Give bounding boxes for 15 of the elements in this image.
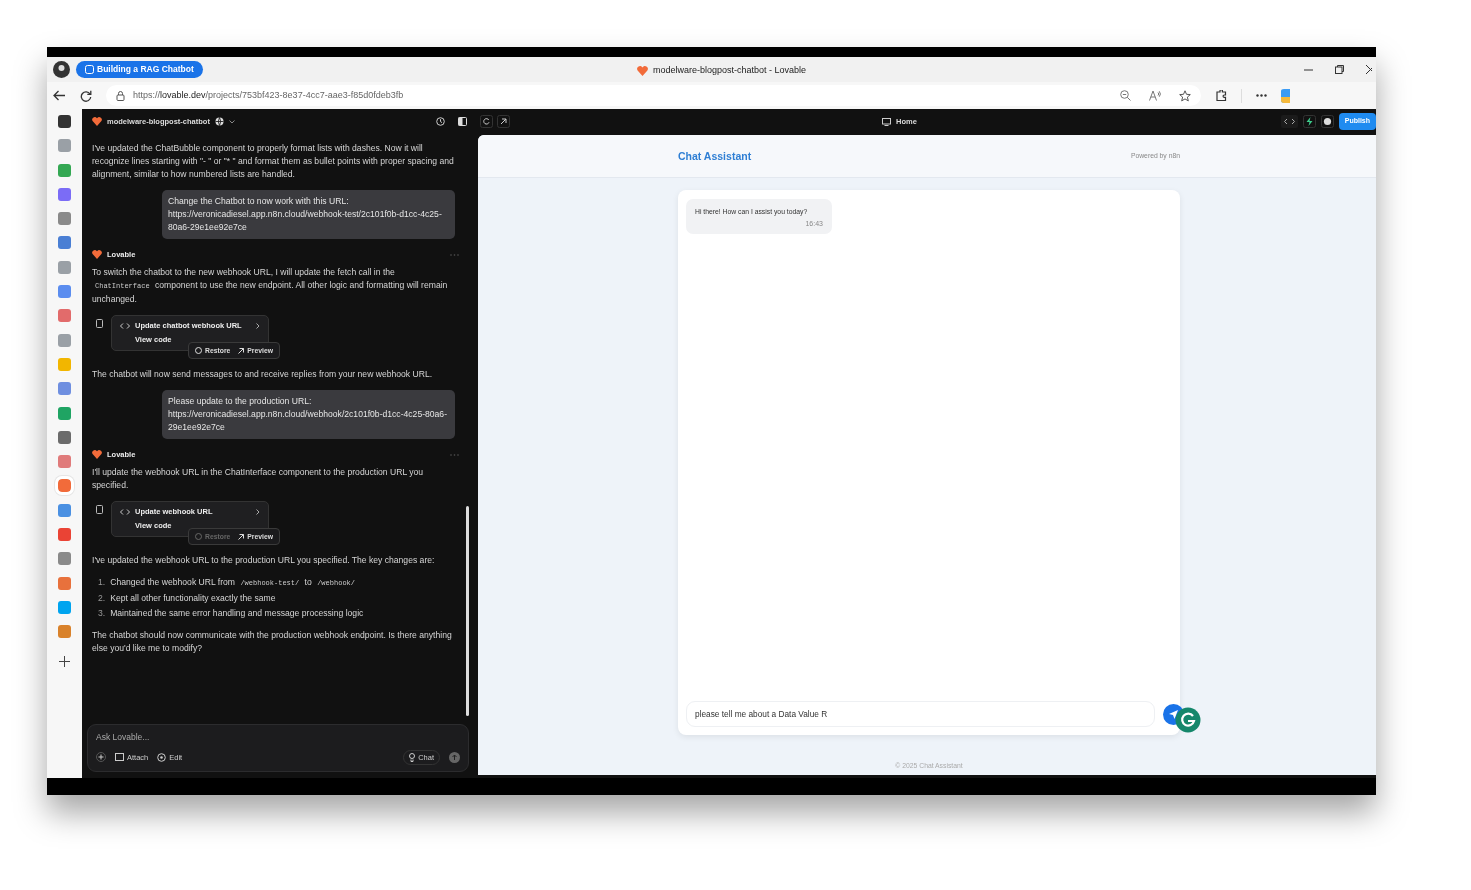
message-text: I've updated the ChatBubble component to properly format lists with dashes. Now it will recognize lines starting with "- " or "* " and format them as bullet points with proper spacing and alignment, similar to how numbered lists are handled. bbox=[92, 142, 455, 181]
message-text: I'll update the webhook URL in the ChatInterface component to the production URL you specified. bbox=[92, 466, 425, 492]
list-number: 2. bbox=[98, 592, 106, 605]
user-message: Please update to the production URL: https://veronicadiesel.app.n8n.cloud/webhook/2c101f0b-d1cc-4c25-80a6-29e1ee92e7ce bbox=[162, 390, 455, 439]
message-text: The chatbot should now communicate with the production webhook endpoint. Is there anything else you'd like me to modify? bbox=[92, 629, 453, 655]
url-text: https://lovable.dev/projects/753bf423-8e37-4cc7-aae3-f85d0fdeb3fb bbox=[133, 88, 404, 102]
list-number: 1. bbox=[98, 576, 106, 589]
message-text: The chatbot will now send messages to and receive replies from your new webhook URL. bbox=[92, 368, 434, 381]
app-title: Chat Assistant bbox=[678, 148, 752, 164]
user-message: Change the Chatbot to now work with this URL: https://veronicadiesel.app.n8n.cloud/webhook-test/2c101f0b-d1cc-4c25-80a6-29e1ee92e7ce bbox=[162, 190, 455, 239]
list-item-text: Maintained the same error handling and message processing logic bbox=[110, 607, 364, 620]
message-text: I've updated the webhook URL to the production URL you specified. The key changes are: bbox=[92, 554, 436, 567]
list-item-text: Kept all other functionality exactly the same bbox=[110, 592, 276, 605]
list-number: 3. bbox=[98, 607, 106, 620]
window-title: modelware-blogpost-chatbot - Lovable bbox=[653, 64, 807, 77]
